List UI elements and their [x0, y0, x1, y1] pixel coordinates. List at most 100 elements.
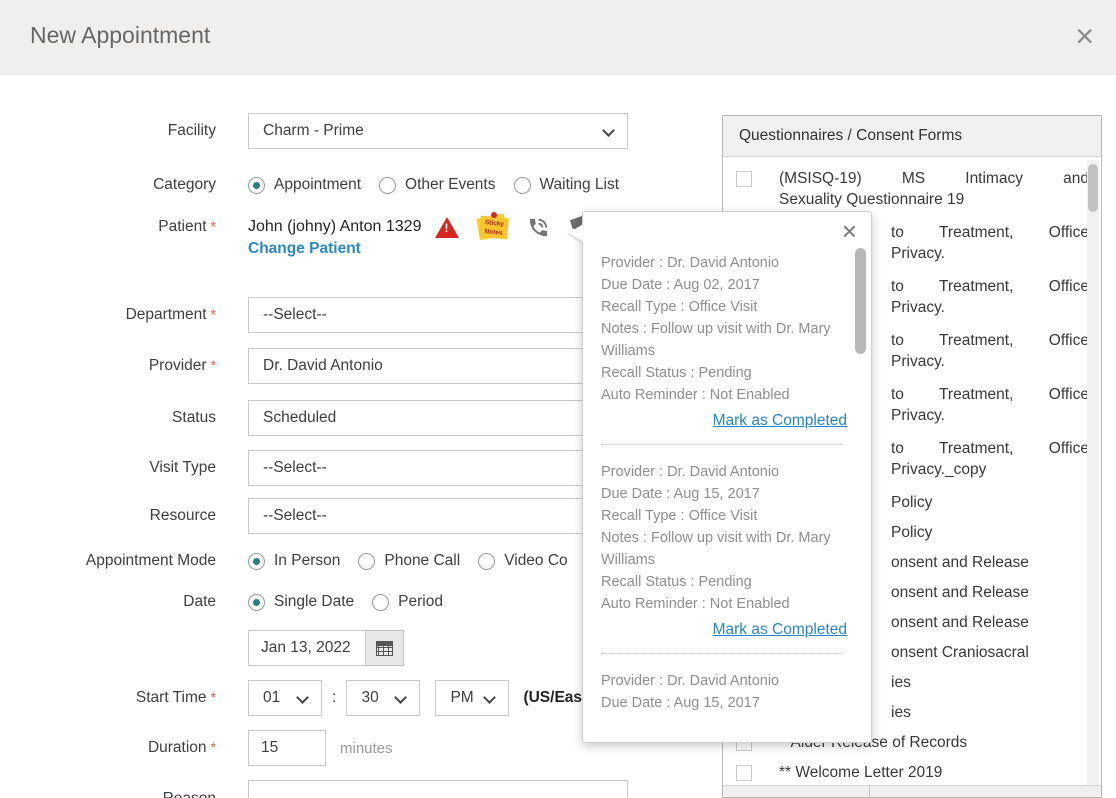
popup-close-icon[interactable]: × [842, 216, 857, 247]
required-marker: * [211, 357, 216, 373]
panel-scrollbar-thumb[interactable] [1088, 164, 1098, 212]
mark-as-completed-link[interactable]: Mark as Completed [713, 412, 847, 429]
panel-scrollbar[interactable] [1087, 160, 1099, 788]
radio-icon[interactable] [248, 177, 265, 194]
recall-popup: × Provider : Dr. David AntonioDue Date :… [582, 211, 872, 743]
timezone-text: (US/Eas [523, 689, 582, 707]
status-label: Status [40, 409, 216, 427]
questionnaire-item-label: (MSISQ-19) MS Intimacy andSexuality Ques… [779, 168, 1089, 210]
alert-warning-icon[interactable] [435, 217, 459, 238]
reason-label: Reason [40, 780, 216, 798]
patient-label: Patient* [40, 218, 216, 236]
radio-option[interactable]: In Person [248, 552, 340, 570]
start-minute-select[interactable]: 30 [346, 680, 420, 716]
recall-entry: Provider : Dr. David AntonioDue Date : A… [601, 252, 847, 430]
provider-row: Provider* Dr. David Antonio [40, 348, 628, 384]
chevron-down-icon [602, 124, 615, 137]
radio-icon[interactable] [372, 594, 389, 611]
radio-icon[interactable] [248, 553, 265, 570]
radio-option[interactable]: Appointment [248, 176, 361, 194]
date-row: Date Single DatePeriod [40, 593, 461, 611]
duration-input[interactable]: 15 [248, 730, 326, 766]
radio-option-label: Period [398, 593, 443, 611]
resource-select[interactable]: --Select-- [248, 498, 628, 534]
dialog-header: New Appointment × [0, 0, 1116, 75]
provider-value: Dr. David Antonio [263, 357, 383, 375]
time-separator: : [332, 689, 336, 707]
radio-icon[interactable] [358, 553, 375, 570]
date-input-row: Jan 13, 2022 [248, 630, 404, 666]
chevron-down-icon [296, 691, 309, 704]
chevron-down-icon [484, 691, 497, 704]
phone-icon[interactable] [527, 216, 550, 239]
recall-field: Notes : Follow up visit with Dr. Mary Wi… [601, 318, 847, 362]
radio-option-label: Appointment [274, 176, 361, 194]
date-radio-group: Single Date Period [248, 593, 461, 611]
radio-option-label: Waiting List [540, 176, 620, 194]
visit-type-row: Visit Type --Select-- [40, 450, 628, 486]
radio-option[interactable]: Waiting List [514, 176, 620, 194]
recall-field: Provider : Dr. David Antonio [601, 252, 847, 274]
facility-label: Facility [40, 122, 216, 140]
status-value: Scheduled [263, 409, 336, 427]
date-value: Jan 13, 2022 [261, 639, 351, 657]
department-select[interactable]: --Select-- [248, 297, 628, 333]
recall-field: Recall Status : Pending [601, 571, 847, 593]
resource-label: Resource [40, 507, 216, 525]
radio-option[interactable]: Video Co [478, 552, 567, 570]
radio-icon[interactable] [379, 177, 396, 194]
checkbox[interactable] [736, 171, 752, 187]
facility-row: Facility Charm - Prime [40, 113, 628, 149]
recall-field: Notes : Follow up visit with Dr. Mary Wi… [601, 527, 847, 571]
start-time-label: Start Time* [40, 689, 216, 707]
radio-option-label: Other Events [405, 176, 495, 194]
category-label: Category [40, 176, 216, 194]
radio-option[interactable]: Single Date [248, 593, 354, 611]
required-marker: * [211, 689, 216, 705]
required-marker: * [211, 306, 216, 322]
close-icon[interactable]: × [1075, 18, 1094, 54]
radio-option[interactable]: Period [372, 593, 443, 611]
start-hour-select[interactable]: 01 [248, 680, 322, 716]
department-row: Department* --Select-- [40, 297, 628, 333]
radio-option-label: Single Date [274, 593, 354, 611]
patient-name: John (johny) Anton 1329 [248, 218, 421, 236]
radio-icon[interactable] [514, 177, 531, 194]
radio-option-label: In Person [274, 552, 340, 570]
radio-icon[interactable] [248, 594, 265, 611]
questionnaires-panel-title: Questionnaires / Consent Forms [723, 116, 1101, 157]
required-marker: * [211, 218, 216, 234]
radio-option[interactable]: Other Events [379, 176, 495, 194]
dotted-divider [601, 653, 843, 654]
provider-select[interactable]: Dr. David Antonio [248, 348, 628, 384]
recall-field: Due Date : Aug 15, 2017 [601, 692, 847, 714]
popup-scrollbar-thumb[interactable] [855, 248, 866, 354]
mark-as-completed-link[interactable]: Mark as Completed [713, 621, 847, 638]
questionnaire-item[interactable]: (MSISQ-19) MS Intimacy andSexuality Ques… [736, 168, 1089, 210]
category-row: Category Appointment Other Events Waiting … [40, 176, 637, 194]
change-patient-link[interactable]: Change Patient [248, 240, 361, 258]
checkbox[interactable] [736, 765, 752, 781]
required-marker: * [211, 739, 216, 755]
recall-entry: Provider : Dr. David AntonioDue Date : A… [601, 461, 847, 639]
date-input[interactable]: Jan 13, 2022 [248, 630, 366, 666]
duration-row: Duration* 15 minutes [40, 730, 393, 766]
recall-field: Auto Reminder : Not Enabled [601, 384, 847, 406]
department-label: Department* [40, 306, 216, 324]
sticky-notes-icon[interactable]: Sticky Notes [475, 212, 511, 242]
radio-icon[interactable] [478, 553, 495, 570]
reason-input[interactable] [248, 780, 628, 798]
facility-select[interactable]: Charm - Prime [248, 113, 628, 149]
questionnaire-item[interactable]: ** Welcome Letter 2019 [736, 762, 1089, 783]
visit-type-select[interactable]: --Select-- [248, 450, 628, 486]
meridiem-select[interactable]: PM [435, 680, 509, 716]
radio-option[interactable]: Phone Call [358, 552, 460, 570]
status-select[interactable]: Scheduled [248, 400, 628, 436]
resource-row: Resource --Select-- [40, 498, 628, 534]
calendar-button[interactable] [366, 630, 404, 666]
provider-label: Provider* [40, 357, 216, 375]
calendar-icon [376, 641, 393, 656]
popup-callout-tail [569, 224, 583, 242]
chevron-down-icon [395, 691, 408, 704]
patient-row: Patient* John (johny) Anton 1329 Sticky … [40, 212, 550, 242]
